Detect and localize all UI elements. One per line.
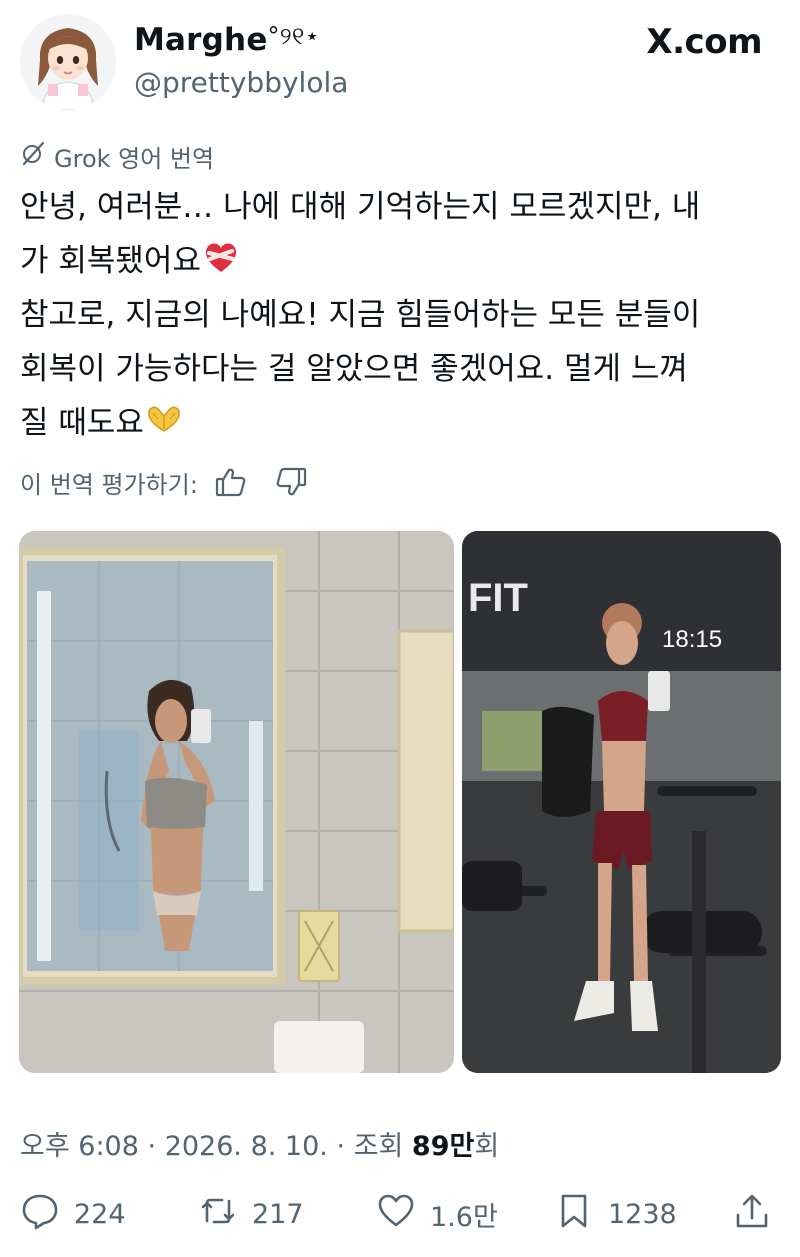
reply-icon xyxy=(20,1191,60,1238)
tweet-text-line: 가 회복됐어요 xyxy=(20,243,201,279)
tweet-text-line-with-emoji: 질 때도요 xyxy=(20,396,780,450)
tweet-text-line: 참고로, 지금의 나예요! 지금 힘들어하는 모든 분들이 xyxy=(20,297,701,333)
avatar[interactable] xyxy=(20,14,116,110)
tweet-text: 안녕, 여러분… 나에 대해 기억하는지 모르겠지만, 내 가 회복됐어요 참고… xyxy=(20,180,780,450)
repost-count: 217 xyxy=(252,1198,304,1230)
grok-translation-label[interactable]: Grok 영어 번역 xyxy=(20,140,215,173)
tweet-text-line: 회복이 가능하다는 걸 알았으면 좋겠어요. 멀게 느껴 xyxy=(20,351,688,387)
photo-gym-mirror[interactable]: FIT 18:15 xyxy=(462,531,781,1073)
grok-translation-text: Grok 영어 번역 xyxy=(54,144,215,173)
meta-separator: · xyxy=(147,1131,157,1162)
thumbs-up-icon[interactable] xyxy=(214,465,248,499)
grok-icon xyxy=(20,140,46,172)
meta-separator: · xyxy=(336,1131,346,1162)
display-name[interactable]: Marghe°୨୧⋆ xyxy=(134,22,320,58)
tweet-header: Marghe°୨୧⋆ @prettybbylola X.com xyxy=(0,0,800,130)
views-suffix: 회 xyxy=(474,1131,500,1162)
mending-heart-emoji xyxy=(201,237,241,277)
like-count: 1.6만 xyxy=(430,1201,498,1233)
like-button[interactable]: 1.6만 xyxy=(376,1186,498,1242)
bookmark-button[interactable]: 1238 xyxy=(554,1186,677,1242)
heart-hands-emoji xyxy=(144,399,184,439)
tweet-text-line-with-emoji: 가 회복됐어요 xyxy=(20,234,780,288)
tweet-text-line: 질 때도요 xyxy=(20,405,144,441)
reply-button[interactable]: 224 xyxy=(20,1186,126,1242)
tweet-time[interactable]: 오후 6:08 xyxy=(20,1131,139,1162)
rate-translation-row: 이 번역 평가하기: xyxy=(20,462,308,502)
repost-icon xyxy=(198,1191,238,1238)
bookmark-count: 1238 xyxy=(608,1198,677,1230)
tweet-text-line: 안녕, 여러분… 나에 대해 기억하는지 모르겠지만, 내 xyxy=(20,189,701,225)
views-prefix: 조회 xyxy=(353,1131,404,1162)
tweet-actions: 224 217 1.6만 1238 xyxy=(0,1186,800,1242)
thumbs-down-icon[interactable] xyxy=(274,465,308,499)
display-name-decoration: °୨୧⋆ xyxy=(267,22,320,50)
user-handle[interactable]: @prettybbylola xyxy=(134,66,348,99)
photo-time-overlay: 18:15 xyxy=(662,626,722,653)
tweet-date[interactable]: 2026. 8. 10. xyxy=(165,1131,328,1162)
photo-bathroom-mirror[interactable] xyxy=(19,531,454,1073)
views-count: 89만 xyxy=(411,1131,475,1162)
brand-logo: X.com xyxy=(646,22,762,62)
tweet-meta: 오후 6:08 · 2026. 8. 10. · 조회 89만회 xyxy=(20,1124,499,1163)
display-name-text: Marghe xyxy=(134,22,268,58)
gym-sign-text: FIT xyxy=(468,576,528,620)
share-icon xyxy=(732,1191,772,1238)
reply-count: 224 xyxy=(74,1198,126,1230)
share-button[interactable] xyxy=(732,1186,772,1242)
bookmark-icon xyxy=(554,1191,594,1238)
like-icon xyxy=(376,1191,416,1238)
rate-translation-label: 이 번역 평가하기: xyxy=(20,470,198,499)
repost-button[interactable]: 217 xyxy=(198,1186,304,1242)
